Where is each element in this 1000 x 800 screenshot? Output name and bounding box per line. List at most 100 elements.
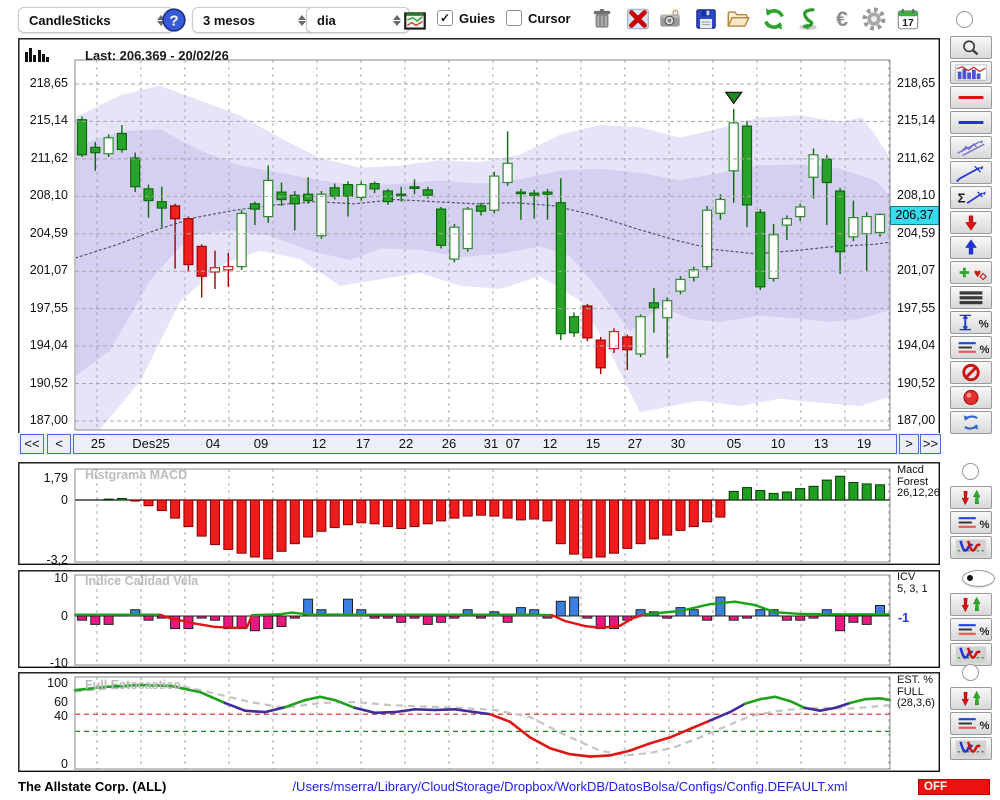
date-label: 27 bbox=[627, 436, 643, 451]
arrow-up-icon bbox=[965, 239, 977, 255]
delete-button[interactable] bbox=[624, 5, 652, 33]
guies-label: Guies bbox=[459, 10, 496, 26]
calendar-icon: 17 bbox=[897, 8, 919, 30]
nav-next-button[interactable]: > bbox=[899, 434, 919, 454]
mini-chart-icon bbox=[404, 12, 426, 30]
date-labels-box: 25 Des25 04 09 12 17 22 26 31 07 12 15 27 30 05 10 13 19 bbox=[73, 434, 897, 454]
price-tick: 187,00 bbox=[897, 413, 936, 427]
camera-button[interactable] bbox=[656, 5, 684, 33]
mini-chart-button[interactable] bbox=[401, 7, 429, 35]
macd-panel-title: Histgrama MACD bbox=[85, 468, 188, 482]
sidebar-tool-sum-trend[interactable]: Σ bbox=[950, 186, 992, 209]
help-button[interactable]: ? bbox=[160, 6, 188, 34]
sidebar-tool-lines-percent[interactable]: % bbox=[950, 336, 992, 359]
panel-icv-updown[interactable] bbox=[950, 593, 992, 616]
sidebar-tool-trend-line[interactable] bbox=[950, 161, 992, 184]
cursor-label: Cursor bbox=[528, 10, 571, 26]
date-label: 09 bbox=[253, 436, 269, 451]
sidebar-tool-rows[interactable] bbox=[950, 286, 992, 309]
current-price-tag: 206,37 bbox=[890, 206, 939, 225]
period-value: 3 mesos bbox=[203, 12, 256, 28]
lines-percent-icon: % bbox=[958, 342, 989, 356]
sidebar-tool-add-marker[interactable]: ♥ bbox=[950, 261, 992, 284]
nav-first-button[interactable]: << bbox=[20, 434, 44, 454]
panel-stoch-curves[interactable] bbox=[950, 737, 992, 760]
svg-text:♥: ♥ bbox=[974, 266, 981, 280]
interval-value: dia bbox=[317, 12, 336, 28]
open-button[interactable] bbox=[724, 5, 752, 33]
macd-tick-min: -3,2 bbox=[46, 553, 68, 567]
sidebar-tool-zoom[interactable] bbox=[950, 36, 992, 59]
date-label: 12 bbox=[542, 436, 558, 451]
interval-select[interactable]: dia bbox=[306, 7, 410, 33]
date-label: 30 bbox=[670, 436, 686, 451]
sync-button[interactable] bbox=[794, 5, 822, 33]
panel-macd-curves[interactable] bbox=[950, 536, 992, 559]
sidebar-tool-arrow-down[interactable] bbox=[950, 211, 992, 234]
x-axis-strip: << < 25 Des25 04 09 12 17 22 26 31 07 12 15 27 30 05 10… bbox=[18, 433, 941, 455]
add-marker-icon: ♥ bbox=[959, 266, 987, 281]
trash-button[interactable] bbox=[588, 5, 616, 33]
red-line-icon bbox=[958, 95, 984, 100]
date-label: 07 bbox=[505, 436, 521, 451]
sidebar-tool-volume-profile[interactable] bbox=[950, 61, 992, 84]
panel-radio-icv[interactable] bbox=[962, 570, 995, 587]
sidebar-tool-refresh-small[interactable] bbox=[950, 411, 992, 434]
sidebar-tool-vertical-percent[interactable]: % bbox=[950, 311, 992, 334]
price-tick: 201,07 bbox=[29, 263, 68, 278]
trash-icon bbox=[593, 9, 611, 28]
euro-button[interactable]: € bbox=[828, 5, 856, 33]
sidebar-tool-blue-line[interactable] bbox=[950, 111, 992, 134]
date-label: Des25 bbox=[132, 436, 170, 451]
curves-icon bbox=[955, 646, 987, 663]
panel-macd-lines-percent[interactable]: % bbox=[950, 511, 992, 534]
calendar-button[interactable]: 17 bbox=[894, 5, 922, 33]
date-label: 10 bbox=[770, 436, 786, 451]
sidebar-tool-forbidden[interactable] bbox=[950, 361, 992, 384]
price-tick: 211,62 bbox=[30, 150, 68, 165]
panel-icv-lines-percent[interactable]: % bbox=[950, 618, 992, 641]
sidebar-tool-arrow-up[interactable] bbox=[950, 236, 992, 259]
period-select[interactable]: 3 mesos bbox=[192, 7, 315, 33]
blue-line-icon bbox=[958, 120, 984, 125]
svg-text:?: ? bbox=[169, 12, 178, 29]
nav-prev-button[interactable]: < bbox=[47, 434, 71, 454]
svg-text:17: 17 bbox=[902, 18, 914, 29]
gear-button[interactable] bbox=[860, 5, 888, 33]
date-label: 13 bbox=[813, 436, 829, 451]
nav-last-button[interactable]: >> bbox=[920, 434, 941, 454]
arrow-down-icon bbox=[965, 215, 977, 231]
icv-tick-zero: 0 bbox=[61, 609, 68, 623]
date-label: 31 bbox=[483, 436, 499, 451]
panel-stoch-updown[interactable] bbox=[950, 687, 992, 710]
cursor-checkbox[interactable]: Cursor bbox=[506, 10, 571, 26]
panel-icv-curves[interactable] bbox=[950, 643, 992, 666]
guies-checkbox[interactable]: ✓ Guies bbox=[437, 10, 495, 26]
updown-icon bbox=[961, 690, 981, 707]
price-tick: 194,04 bbox=[29, 338, 68, 353]
top-right-radio[interactable] bbox=[956, 11, 973, 28]
price-tick: 201,07 bbox=[897, 263, 936, 278]
sidebar-tool-record[interactable] bbox=[950, 386, 992, 409]
panel-macd-updown[interactable] bbox=[950, 486, 992, 509]
sidebar-tool-channel[interactable] bbox=[950, 136, 992, 159]
euro-icon: € bbox=[836, 6, 848, 31]
macd-tick-zero: 0 bbox=[61, 493, 68, 507]
lines-percent-icon: % bbox=[958, 718, 989, 732]
date-label: 25 bbox=[90, 436, 106, 451]
price-tick: 215,14 bbox=[29, 113, 68, 128]
sidebar-tool-red-line[interactable] bbox=[950, 86, 992, 109]
toolbar: CandleSticks ? 3 mesos dia ✓ Guies Curso… bbox=[0, 0, 1000, 38]
panel-stoch-lines-percent[interactable]: % bbox=[950, 712, 992, 735]
chart-type-select[interactable]: CandleSticks bbox=[18, 7, 174, 33]
panel-radio-stoch[interactable] bbox=[962, 664, 979, 681]
save-button[interactable] bbox=[692, 5, 720, 33]
price-tick: 204,59 bbox=[29, 225, 68, 240]
stoch-tick: 0 bbox=[61, 757, 68, 771]
price-tick: 211,62 bbox=[897, 150, 935, 165]
off-toggle-button[interactable]: OFF bbox=[918, 779, 990, 795]
date-label: 15 bbox=[585, 436, 601, 451]
price-tick: 194,04 bbox=[897, 338, 936, 353]
refresh-button[interactable] bbox=[760, 5, 788, 33]
panel-radio-macd[interactable] bbox=[962, 463, 979, 480]
